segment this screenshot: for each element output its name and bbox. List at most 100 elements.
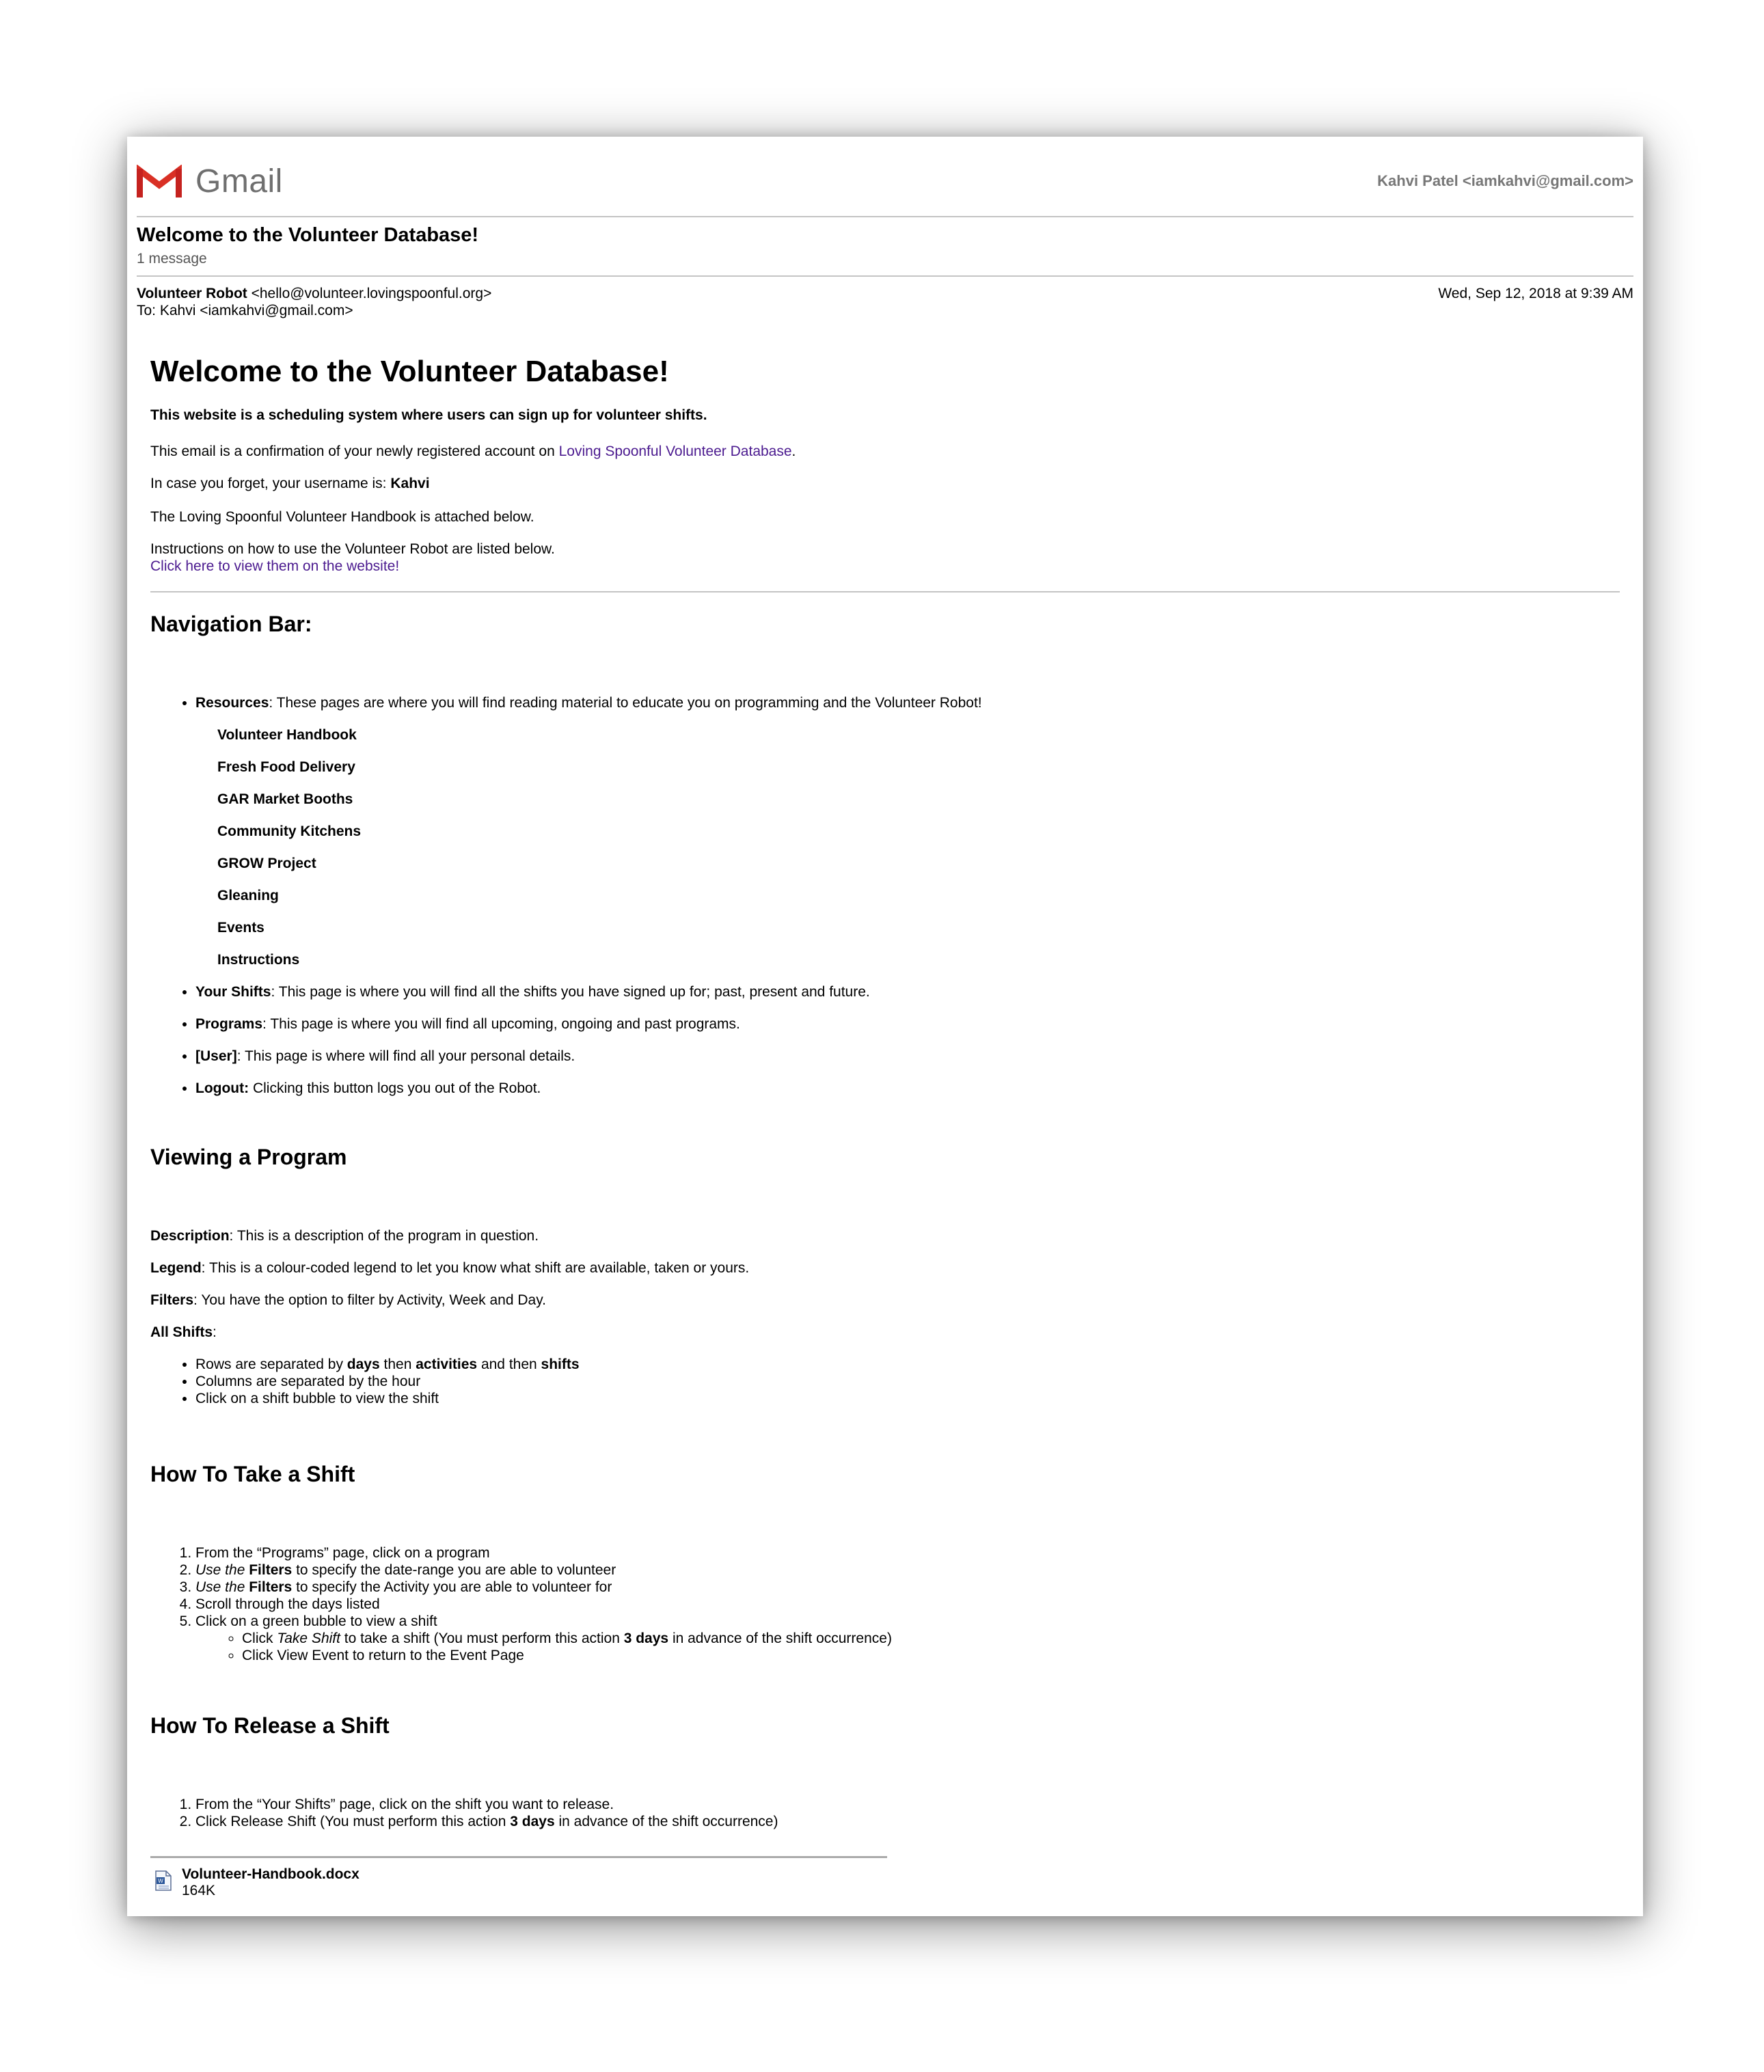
message-date: Wed, Sep 12, 2018 at 9:39 AM bbox=[1438, 286, 1633, 301]
handbook-text: The Loving Spoonful Volunteer Handbook i… bbox=[150, 509, 534, 525]
all-shifts-text: All Shifts: bbox=[150, 1324, 1620, 1341]
username-prefix: In case you forget, your username is: bbox=[150, 476, 391, 491]
text-part: to specify the date-range you are able t… bbox=[292, 1562, 616, 1578]
legend-text: Legend: This is a colour-coded legend to… bbox=[150, 1259, 1620, 1277]
account-label: Kahvi Patel <iamkahvi@gmail.com> bbox=[1377, 172, 1633, 189]
instructions-text: Instructions on how to use the Volunteer… bbox=[150, 541, 555, 557]
gmail-header: Gmail Kahvi Patel <iamkahvi@gmail.com> bbox=[137, 163, 1633, 205]
list-item-columns: Columns are separated by the hour bbox=[195, 1373, 1620, 1390]
database-link[interactable]: Loving Spoonful Volunteer Database bbox=[559, 444, 792, 459]
word-document-icon: W bbox=[155, 1870, 172, 1891]
filters-label: Filters bbox=[150, 1292, 194, 1308]
description-body: : This is a description of the program i… bbox=[229, 1228, 539, 1244]
list-item: Click Release Shift (You must perform th… bbox=[195, 1813, 1620, 1830]
list-item: From the “Programs” page, click on a pro… bbox=[195, 1544, 1620, 1562]
confirmation-prefix: This email is a confirmation of your new… bbox=[150, 444, 559, 459]
list-item: GAR Market Booths bbox=[217, 791, 353, 807]
filters-text: Filters: You have the option to filter b… bbox=[150, 1292, 1620, 1309]
recipient-line: To: Kahvi <iamkahvi@gmail.com> bbox=[137, 303, 353, 318]
message-count: 1 message bbox=[137, 251, 207, 267]
attachment-name[interactable]: Volunteer-Handbook.docx bbox=[182, 1866, 359, 1883]
text-italic: Take Shift bbox=[277, 1631, 340, 1646]
confirmation-text: This email is a confirmation of your new… bbox=[150, 443, 1620, 460]
username-value: Kahvi bbox=[390, 476, 430, 491]
item-text: : This page is where you will find all t… bbox=[271, 984, 870, 1000]
item-label: Programs bbox=[195, 1016, 263, 1032]
attachment-size: 164K bbox=[182, 1883, 216, 1898]
list-item: Gleaning bbox=[217, 888, 279, 903]
list-item: Click View Event to return to the Event … bbox=[242, 1647, 1620, 1664]
text-italic: Use the bbox=[195, 1579, 245, 1595]
navigation-list: Resources: These pages are where you wil… bbox=[150, 694, 1620, 1097]
viewing-heading: Viewing a Program bbox=[150, 1145, 347, 1169]
email-title: Welcome to the Volunteer Database! bbox=[150, 355, 669, 388]
release-shift-heading: How To Release a Shift bbox=[150, 1713, 390, 1738]
release-shift-steps: From the “Your Shifts” page, click on th… bbox=[150, 1796, 1620, 1830]
text-bold: 3 days bbox=[623, 1631, 669, 1646]
item-label: Your Shifts bbox=[195, 984, 271, 1000]
list-item: Use the Filters to specify the Activity … bbox=[195, 1579, 1620, 1596]
thread-subject: Welcome to the Volunteer Database! bbox=[137, 224, 479, 246]
list-item: Community Kitchens bbox=[217, 823, 362, 839]
message-body: Welcome to the Volunteer Database! This … bbox=[137, 355, 1633, 1899]
item-label: [User] bbox=[195, 1048, 237, 1064]
list-item-click: Click on a shift bubble to view the shif… bbox=[195, 1390, 1620, 1407]
list-item-your-shifts: Your Shifts: This page is where you will… bbox=[195, 983, 1620, 1000]
text-part: Click Release Shift (You must perform th… bbox=[195, 1814, 511, 1829]
text-bold: 3 days bbox=[510, 1814, 555, 1829]
text-part: Rows are separated by bbox=[195, 1357, 347, 1372]
attachment-divider bbox=[150, 1856, 887, 1858]
printed-email-page: Gmail Kahvi Patel <iamkahvi@gmail.com> W… bbox=[127, 137, 1643, 1916]
text-bold: Filters bbox=[249, 1562, 293, 1578]
message-meta: Volunteer Robot <hello@volunteer.lovings… bbox=[137, 277, 1633, 321]
text-bold: activities bbox=[416, 1357, 478, 1372]
confirmation-suffix: . bbox=[791, 444, 796, 459]
item-text: : These pages are where you will find re… bbox=[269, 695, 982, 711]
text-part: in advance of the shift occurrence) bbox=[554, 1814, 778, 1829]
list-item: Use the Filters to specify the date-rang… bbox=[195, 1562, 1620, 1579]
list-item-rows: Rows are separated by days then activiti… bbox=[195, 1356, 1620, 1373]
text-bold: days bbox=[347, 1357, 380, 1372]
text-part: in advance of the shift occurrence) bbox=[668, 1631, 892, 1646]
item-label: Logout: bbox=[195, 1080, 249, 1096]
take-shift-steps: From the “Programs” page, click on a pro… bbox=[150, 1544, 1620, 1664]
all-shifts-label: All Shifts bbox=[150, 1324, 213, 1340]
gmail-wordmark: Gmail bbox=[195, 163, 283, 200]
item-text: Clicking this button logs you out of the… bbox=[249, 1080, 541, 1096]
all-shifts-suffix: : bbox=[213, 1324, 217, 1340]
text-part: and then bbox=[477, 1357, 541, 1372]
sender-line: Volunteer Robot <hello@volunteer.lovings… bbox=[137, 285, 1633, 302]
list-item-user: [User]: This page is where will find all… bbox=[195, 1048, 1620, 1065]
list-item: Click on a green bubble to view a shift … bbox=[195, 1613, 1620, 1664]
description-text: Description: This is a description of th… bbox=[150, 1227, 1620, 1244]
thread-header: Welcome to the Volunteer Database! 1 mes… bbox=[137, 217, 1633, 275]
legend-label: Legend bbox=[150, 1260, 202, 1276]
list-item: Volunteer Handbook bbox=[217, 727, 357, 743]
text-bold: Filters bbox=[249, 1579, 293, 1595]
list-item-programs: Programs: This page is where you will fi… bbox=[195, 1015, 1620, 1033]
attachment-details: Volunteer-Handbook.docx 164K bbox=[182, 1866, 359, 1899]
resources-sublist: Volunteer Handbook Fresh Food Delivery G… bbox=[195, 726, 1620, 968]
description-label: Description bbox=[150, 1228, 230, 1244]
navigation-heading: Navigation Bar: bbox=[150, 612, 312, 636]
gmail-logo[interactable]: Gmail bbox=[137, 163, 283, 200]
text-italic: Use the bbox=[195, 1562, 245, 1578]
list-item: Scroll through the days listed bbox=[195, 1596, 1620, 1613]
body-divider bbox=[150, 591, 1620, 592]
list-item-logout: Logout: Clicking this button logs you ou… bbox=[195, 1080, 1620, 1097]
text-part: Click bbox=[242, 1631, 277, 1646]
list-item: Events bbox=[217, 920, 264, 936]
attachment-item[interactable]: W Volunteer-Handbook.docx 164K bbox=[154, 1866, 1620, 1899]
list-item: Instructions bbox=[217, 952, 300, 968]
text-bold: shifts bbox=[541, 1357, 580, 1372]
text-part: then bbox=[379, 1357, 416, 1372]
take-shift-substeps: Click Take Shift to take a shift (You mu… bbox=[195, 1630, 1620, 1664]
instructions-link[interactable]: Click here to view them on the website! bbox=[150, 558, 399, 574]
text-part: Click on a green bubble to view a shift bbox=[195, 1613, 437, 1629]
sender-email: <hello@volunteer.lovingspoonful.org> bbox=[251, 286, 492, 301]
username-text: In case you forget, your username is: Ka… bbox=[150, 475, 1620, 492]
item-label: Resources bbox=[195, 695, 269, 711]
legend-body: : This is a colour-coded legend to let y… bbox=[201, 1260, 750, 1276]
item-text: : This page is where will find all your … bbox=[236, 1048, 575, 1064]
list-item: From the “Your Shifts” page, click on th… bbox=[195, 1796, 1620, 1813]
